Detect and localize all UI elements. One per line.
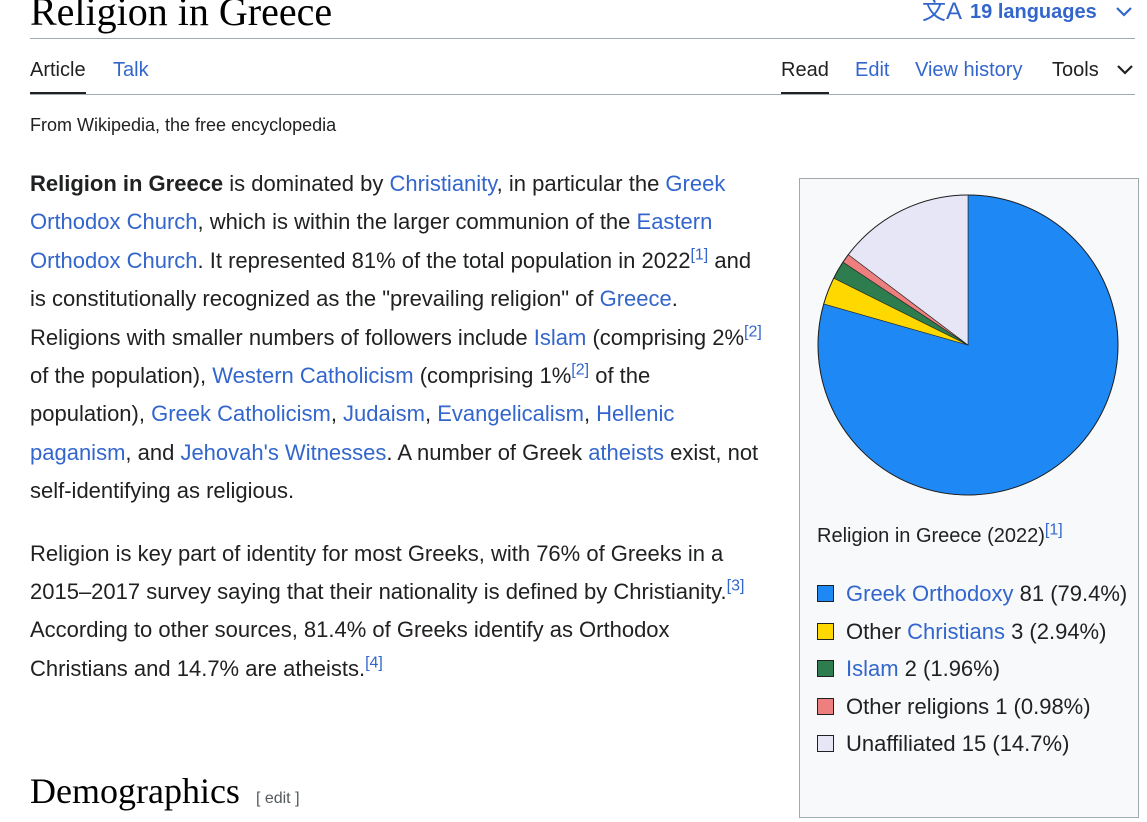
legend-item: Islam 2 (1.96%) [817, 650, 1137, 688]
chevron-down-icon [1115, 1, 1133, 24]
tab-article[interactable]: Article [30, 57, 86, 95]
language-button[interactable]: 文A 19 languages [922, 0, 1133, 24]
link-islam[interactable]: Islam [534, 325, 587, 350]
tools-label: Tools [1052, 59, 1099, 81]
chevron-down-icon [1116, 59, 1134, 81]
bold-subject: Religion in Greece [30, 171, 224, 196]
reference-2[interactable]: [2] [571, 362, 589, 379]
legend-link-christians[interactable]: Christians [907, 619, 1005, 644]
legend-link-greek-orthodoxy[interactable]: Greek Orthodoxy [846, 581, 1014, 606]
reference-4[interactable]: [4] [365, 655, 383, 672]
link-christianity[interactable]: Christianity [389, 171, 496, 196]
link-greek-catholicism[interactable]: Greek Catholicism [151, 401, 331, 426]
legend-item: Greek Orthodoxy 81 (79.4%) [817, 575, 1137, 613]
link-jehovahs-witnesses[interactable]: Jehovah's Witnesses [180, 440, 386, 465]
reference-2[interactable]: [2] [744, 323, 762, 340]
link-atheists[interactable]: atheists [588, 440, 664, 465]
legend-swatch [817, 660, 834, 678]
translate-icon: 文A [922, 0, 963, 25]
section-heading-demographics: Demographics[ edit ] [30, 771, 300, 811]
link-western-catholicism[interactable]: Western Catholicism [212, 363, 413, 388]
legend-item: Other religions 1 (0.98%) [817, 688, 1137, 726]
chart-legend: Greek Orthodoxy 81 (79.4%) Other Christi… [817, 575, 1137, 763]
link-evangelicalism[interactable]: Evangelicalism [437, 401, 584, 426]
legend-item: Other Christians 3 (2.94%) [817, 613, 1137, 651]
tabs-divider [30, 94, 1135, 95]
tab-read[interactable]: Read [781, 57, 829, 95]
tools-menu[interactable]: Tools [1052, 57, 1134, 92]
legend-swatch [817, 697, 834, 715]
legend-swatch [817, 735, 834, 753]
intro-paragraph: Religion in Greece is dominated by Chris… [30, 171, 762, 504]
tab-edit[interactable]: Edit [855, 57, 889, 92]
article-body: Religion in Greece is dominated by Chris… [30, 165, 765, 688]
legend-link-islam[interactable]: Islam [846, 656, 899, 681]
tagline: From Wikipedia, the free encyclopedia [30, 115, 337, 135]
legend-item: Unaffiliated 15 (14.7%) [817, 725, 1137, 763]
religion-pie-chart [817, 194, 1119, 496]
reference-3[interactable]: [3] [727, 578, 745, 595]
legend-swatch [817, 585, 834, 602]
tab-talk[interactable]: Talk [113, 57, 149, 92]
tab-view-history[interactable]: View history [915, 57, 1022, 92]
infobox: Religion in Greece (2022)[1] Greek Ortho… [799, 178, 1139, 818]
chart-caption: Religion in Greece (2022)[1] [817, 521, 1063, 547]
link-judaism[interactable]: Judaism [343, 401, 425, 426]
reference-1[interactable]: [1] [690, 246, 708, 263]
language-label: 19 languages [970, 0, 1097, 23]
reference-1[interactable]: [1] [1045, 521, 1063, 538]
identity-paragraph: Religion is key part of identity for mos… [30, 540, 745, 681]
legend-swatch [817, 622, 834, 640]
title-divider [30, 38, 1135, 39]
page-title: Religion in Greece [30, 0, 333, 34]
link-greece[interactable]: Greece [600, 286, 672, 311]
